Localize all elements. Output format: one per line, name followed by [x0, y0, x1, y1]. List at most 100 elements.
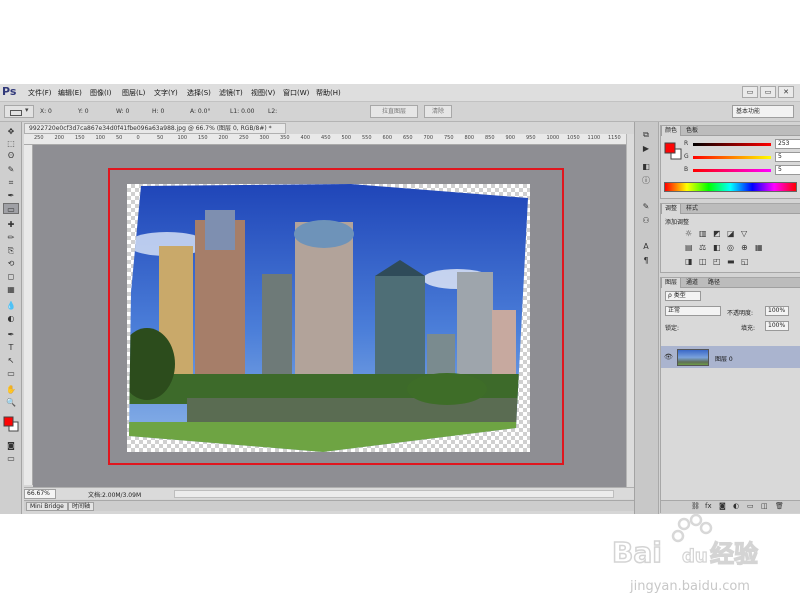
photo-filter-icon[interactable]: ◎: [727, 243, 734, 252]
invert-icon[interactable]: ◨: [685, 257, 693, 266]
tab-timeline[interactable]: 时间轴: [68, 502, 95, 511]
marquee-icon[interactable]: ⬚: [3, 138, 19, 149]
menu-file[interactable]: 文件(F): [28, 88, 52, 98]
brightness-icon[interactable]: ☼: [685, 229, 692, 238]
move-icon[interactable]: ✥: [3, 126, 19, 137]
brush-panel-icon[interactable]: ✎: [640, 202, 652, 212]
tab-paths[interactable]: 路径: [705, 278, 723, 288]
b-value[interactable]: 5: [775, 165, 800, 175]
workspace-select[interactable]: 基本功能: [732, 105, 794, 118]
color-swatches-icon[interactable]: [3, 414, 19, 434]
healing-icon[interactable]: ✚: [3, 219, 19, 230]
straighten-layer-button[interactable]: 拉直图层: [370, 105, 418, 118]
paragraph-panel-icon[interactable]: ¶: [640, 256, 652, 266]
curves-icon[interactable]: ◩: [713, 229, 721, 238]
menu-layer[interactable]: 图层(L): [122, 88, 145, 98]
posterize-icon[interactable]: ◫: [699, 257, 707, 266]
vertical-scrollbar[interactable]: [626, 134, 634, 487]
menu-type[interactable]: 文字(Y): [154, 88, 178, 98]
tab-layers[interactable]: 图层: [661, 278, 682, 288]
exposure-icon[interactable]: ◪: [727, 229, 735, 238]
blend-mode-select[interactable]: 正常: [665, 306, 721, 316]
fg-bg-swatch-icon[interactable]: [664, 142, 682, 160]
g-value[interactable]: 5: [775, 152, 800, 162]
delete-layer-icon[interactable]: 🗑: [775, 502, 784, 510]
hand-icon[interactable]: ✋: [3, 384, 19, 395]
layer-row[interactable]: 👁 图层 0: [661, 346, 800, 368]
clone-icon[interactable]: ⎘: [3, 245, 19, 256]
zoom-field[interactable]: 66.67%: [24, 489, 56, 499]
tab-channels[interactable]: 通道: [683, 278, 701, 288]
channel-mixer-icon[interactable]: ⊕: [741, 243, 748, 252]
r-value[interactable]: 253: [775, 139, 800, 149]
color-spectrum[interactable]: [664, 182, 797, 192]
menu-image[interactable]: 图像(I): [90, 88, 112, 98]
mask-icon[interactable]: ◙: [719, 502, 726, 510]
tab-adjustments[interactable]: 调整: [661, 204, 682, 214]
eraser-icon[interactable]: ◻: [3, 271, 19, 282]
ruler-icon[interactable]: ▭: [3, 203, 19, 214]
close-button[interactable]: ✕: [778, 86, 794, 98]
horizontal-ruler[interactable]: 250 200 150 100 50 0 50 100 150 200 250 300 350 400 45…: [24, 134, 634, 145]
actions-panel-icon[interactable]: ▶: [640, 144, 652, 154]
tab-swatches[interactable]: 色板: [683, 126, 701, 136]
color-balance-icon[interactable]: ⚖: [699, 243, 706, 252]
restore-button[interactable]: ▭: [760, 86, 776, 98]
opacity-field[interactable]: 100%: [765, 306, 789, 316]
visibility-eye-icon[interactable]: 👁: [664, 353, 673, 361]
new-adjustment-icon[interactable]: ◐: [733, 502, 739, 510]
history-brush-icon[interactable]: ⟲: [3, 258, 19, 269]
fill-field[interactable]: 100%: [765, 321, 789, 331]
hue-sat-icon[interactable]: ▤: [685, 243, 693, 252]
blur-icon[interactable]: 💧: [3, 300, 19, 311]
shape-icon[interactable]: ▭: [3, 368, 19, 379]
quick-select-icon[interactable]: ✎: [3, 164, 19, 175]
fx-icon[interactable]: fx: [705, 502, 712, 510]
threshold-icon[interactable]: ◰: [713, 257, 721, 266]
layer-filter-select[interactable]: ρ 类型: [665, 291, 701, 301]
brush-icon[interactable]: ✏: [3, 232, 19, 243]
screen-mode-icon[interactable]: ▭: [3, 453, 19, 464]
new-layer-icon[interactable]: ◫: [761, 502, 768, 510]
type-icon[interactable]: T: [3, 342, 19, 353]
levels-icon[interactable]: ▥: [699, 229, 707, 238]
dodge-icon[interactable]: ◐: [3, 313, 19, 324]
menu-view[interactable]: 视图(V): [251, 88, 275, 98]
tab-color[interactable]: 颜色: [661, 126, 682, 136]
r-slider[interactable]: [693, 143, 771, 146]
clear-button[interactable]: 清除: [424, 105, 452, 118]
tab-mini-bridge[interactable]: Mini Bridge: [26, 502, 68, 511]
gradient-icon[interactable]: ▦: [3, 284, 19, 295]
properties-panel-icon[interactable]: ◧: [640, 162, 652, 172]
g-slider[interactable]: [693, 156, 771, 159]
menu-edit[interactable]: 编辑(E): [58, 88, 82, 98]
minimize-button[interactable]: ▭: [742, 86, 758, 98]
clone-source-icon[interactable]: ⚇: [640, 216, 652, 226]
menu-help[interactable]: 帮助(H): [316, 88, 341, 98]
vertical-ruler[interactable]: [24, 145, 33, 485]
tool-preset-picker[interactable]: [4, 105, 34, 118]
character-panel-icon[interactable]: A: [640, 242, 652, 252]
eyedropper-icon[interactable]: ✒: [3, 190, 19, 201]
tab-styles[interactable]: 样式: [683, 204, 701, 214]
lasso-icon[interactable]: ʘ: [3, 150, 19, 161]
vibrance-icon[interactable]: ▽: [741, 229, 747, 238]
b-slider[interactable]: [693, 169, 771, 172]
document-tab[interactable]: 9922720e0cf3d7ca867e34d0f41fbe096a63a988…: [24, 123, 286, 134]
black-white-icon[interactable]: ◧: [713, 243, 721, 252]
new-group-icon[interactable]: ▭: [747, 502, 754, 510]
quick-mask-icon[interactable]: ◙: [3, 440, 19, 451]
menu-filter[interactable]: 滤镜(T): [219, 88, 243, 98]
horizontal-scrollbar[interactable]: [174, 490, 614, 498]
selective-color-icon[interactable]: ◱: [741, 257, 749, 266]
history-panel-icon[interactable]: ⧉: [640, 130, 652, 140]
info-panel-icon[interactable]: ⓘ: [640, 176, 652, 186]
crop-icon[interactable]: ⌗: [3, 177, 19, 188]
gradient-map-icon[interactable]: ▬: [727, 257, 735, 266]
menu-window[interactable]: 窗口(W): [283, 88, 309, 98]
menu-select[interactable]: 选择(S): [187, 88, 211, 98]
zoom-icon[interactable]: 🔍: [3, 397, 19, 408]
pen-icon[interactable]: ✒: [3, 329, 19, 340]
color-lookup-icon[interactable]: ▦: [755, 243, 763, 252]
path-select-icon[interactable]: ↖: [3, 355, 19, 366]
